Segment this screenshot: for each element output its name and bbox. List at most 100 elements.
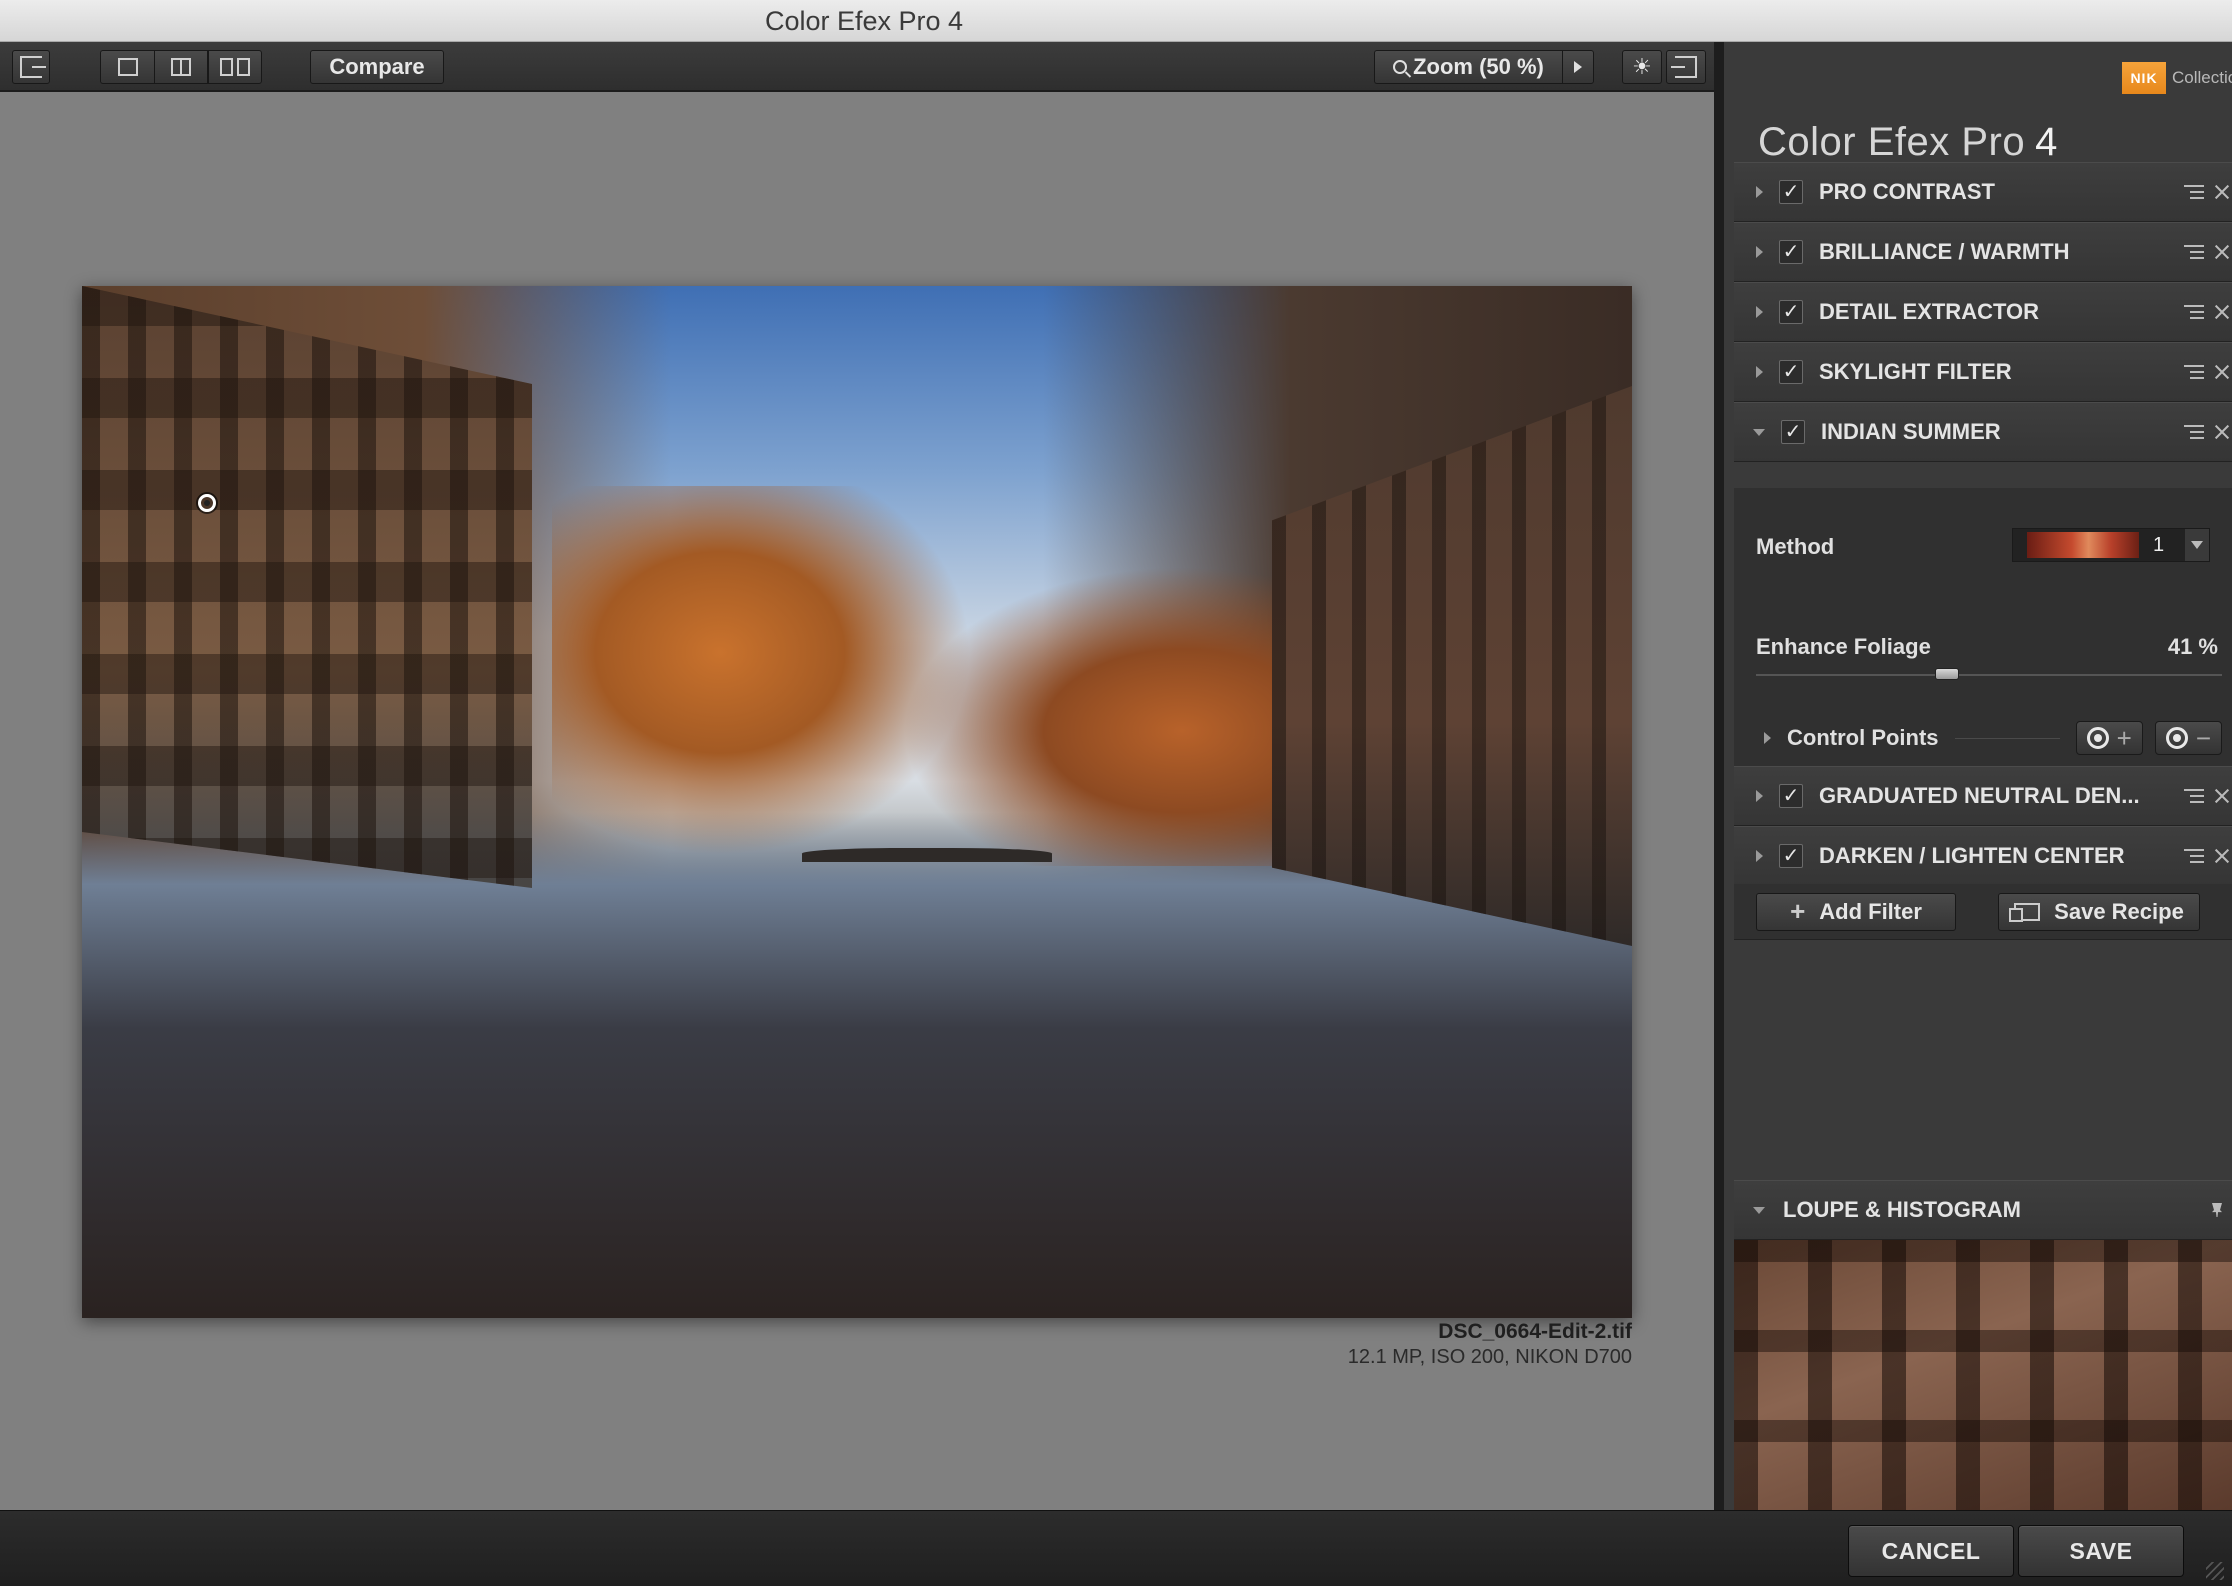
pin-icon[interactable] — [2212, 1203, 2222, 1217]
close-icon[interactable] — [2214, 304, 2230, 320]
zoom-menu-button[interactable] — [1562, 50, 1594, 84]
filter-row-skylight-filter[interactable]: ✓ SKYLIGHT FILTER — [1734, 342, 2232, 402]
filter-menu-icon[interactable] — [2178, 184, 2204, 200]
chevron-right-icon[interactable] — [1756, 246, 1763, 258]
minus-icon: − — [2195, 723, 2211, 753]
filter-panel: NIK Collection Color Efex Pro4 ✓ PRO CON… — [1714, 42, 2232, 1510]
add-filter-label: Add Filter — [1819, 898, 1922, 924]
filter-name: PRO CONTRAST — [1819, 179, 1995, 204]
exit-left-button[interactable] — [12, 50, 50, 84]
recipe-icon — [2009, 902, 2041, 922]
close-icon[interactable] — [2214, 184, 2230, 200]
photo-building-right — [1272, 386, 1632, 946]
filter-row-brilliance-warmth[interactable]: ✓ BRILLIANCE / WARMTH — [1734, 222, 2232, 282]
filter-actions: + Add Filter Save Recipe — [1734, 884, 2232, 940]
side-by-side-view-button[interactable] — [208, 50, 262, 84]
resize-grip[interactable] — [2206, 1562, 2224, 1580]
preview-area: Compare Zoom (50 %) ☀ DSC_0664-Edit-2.ti… — [0, 42, 1714, 1510]
chevron-right-icon[interactable] — [1764, 732, 1771, 744]
add-filter-button[interactable]: + Add Filter — [1756, 892, 1956, 931]
indian-summer-params: Method 1 Enhance Foliage 41 % — [1734, 488, 2232, 710]
photo-building-left — [82, 286, 532, 888]
filter-enable-checkbox[interactable]: ✓ — [1781, 420, 1805, 444]
panel-app-title: Color Efex Pro 4 — [1758, 120, 2058, 165]
play-icon — [1574, 61, 1582, 73]
filter-enable-checkbox[interactable]: ✓ — [1779, 180, 1803, 204]
plus-icon: + — [1790, 896, 1806, 926]
nik-collection-text: Collection — [2172, 68, 2232, 87]
filter-menu-icon[interactable] — [2178, 848, 2204, 864]
side-by-side-icon — [220, 58, 250, 76]
loupe-histogram-header[interactable]: LOUPE & HISTOGRAM — [1734, 1180, 2232, 1240]
filter-name: GRADUATED NEUTRAL DEN... — [1819, 783, 2140, 808]
divider — [1954, 737, 2060, 739]
plus-icon: + — [2116, 723, 2132, 753]
nik-collection-logo: NIK Collection — [2122, 62, 2232, 94]
save-button[interactable]: SAVE — [2018, 1525, 2184, 1577]
filter-enable-checkbox[interactable]: ✓ — [1779, 360, 1803, 384]
close-icon[interactable] — [2214, 364, 2230, 380]
save-recipe-label: Save Recipe — [2054, 898, 2184, 924]
preview-toolbar: Compare Zoom (50 %) ☀ — [0, 42, 1714, 92]
chevron-right-icon[interactable] — [1756, 186, 1763, 198]
control-point-marker[interactable] — [198, 494, 216, 512]
filter-enable-checkbox[interactable]: ✓ — [1779, 240, 1803, 264]
zoom-button[interactable]: Zoom (50 %) — [1374, 50, 1562, 84]
close-icon[interactable] — [2214, 788, 2230, 804]
filter-menu-icon[interactable] — [2178, 788, 2204, 804]
image-preview[interactable] — [82, 286, 1632, 1318]
close-icon[interactable] — [2214, 244, 2230, 260]
compare-button[interactable]: Compare — [310, 50, 444, 84]
file-meta: 12.1 MP, ISO 200, NIKON D700 — [1347, 1346, 1632, 1368]
control-point-icon — [2165, 727, 2188, 749]
background-brightness-button[interactable]: ☀ — [1622, 50, 1662, 84]
bulb-icon: ☀ — [1632, 54, 1652, 79]
chevron-right-icon[interactable] — [1756, 850, 1763, 862]
chevron-right-icon[interactable] — [1756, 366, 1763, 378]
single-view-icon — [117, 58, 138, 76]
filter-row-indian-summer[interactable]: ✓ INDIAN SUMMER — [1734, 402, 2232, 462]
method-label: Method — [1756, 534, 1835, 559]
chevron-down-icon[interactable] — [1753, 1206, 1765, 1214]
filter-row-detail-extractor[interactable]: ✓ DETAIL EXTRACTOR — [1734, 282, 2232, 342]
filter-name: DARKEN / LIGHTEN CENTER — [1819, 843, 2125, 868]
single-view-button[interactable] — [100, 50, 154, 84]
filter-menu-icon[interactable] — [2178, 244, 2204, 260]
split-view-icon — [171, 58, 191, 76]
photo-bridge — [802, 848, 1052, 862]
filter-menu-icon[interactable] — [2178, 304, 2204, 320]
filter-enable-checkbox[interactable]: ✓ — [1779, 844, 1803, 868]
chevron-down-icon[interactable] — [1753, 428, 1765, 436]
filter-menu-icon[interactable] — [2178, 424, 2204, 440]
exit-right-button[interactable] — [1666, 50, 1706, 84]
remove-control-point-button[interactable]: − — [2154, 721, 2222, 755]
close-icon[interactable] — [2214, 848, 2230, 864]
enhance-foliage-label: Enhance Foliage — [1756, 634, 1931, 659]
method-select[interactable]: 1 — [2012, 528, 2210, 562]
split-view-button[interactable] — [154, 50, 208, 84]
file-name: DSC_0664-Edit-2.tif — [1438, 1320, 1632, 1343]
add-control-point-button[interactable]: + — [2075, 721, 2143, 755]
window-titlebar: Color Efex Pro 4 — [0, 0, 2232, 42]
save-recipe-button[interactable]: Save Recipe — [1998, 892, 2200, 931]
cancel-button[interactable]: CANCEL — [1848, 1525, 2014, 1577]
enhance-foliage-slider[interactable] — [1756, 668, 2222, 680]
filter-row-graduated-neutral-density[interactable]: ✓ GRADUATED NEUTRAL DEN... — [1734, 766, 2232, 826]
filter-row-pro-contrast[interactable]: ✓ PRO CONTRAST — [1734, 162, 2232, 222]
loupe-histogram-label: LOUPE & HISTOGRAM — [1783, 1197, 2021, 1222]
slider-thumb[interactable] — [1935, 668, 1960, 680]
chevron-down-icon[interactable] — [2185, 529, 2209, 561]
control-point-icon — [2086, 727, 2109, 749]
nik-badge: NIK — [2122, 62, 2166, 94]
chevron-right-icon[interactable] — [1756, 306, 1763, 318]
filter-row-darken-lighten-center[interactable]: ✓ DARKEN / LIGHTEN CENTER — [1734, 826, 2232, 886]
close-icon[interactable] — [2214, 424, 2230, 440]
filter-menu-icon[interactable] — [2178, 364, 2204, 380]
footer-bar: CANCEL SAVE — [0, 1510, 2232, 1586]
chevron-right-icon[interactable] — [1756, 790, 1763, 802]
control-points-row[interactable]: Control Points + − — [1734, 710, 2232, 766]
filter-enable-checkbox[interactable]: ✓ — [1779, 784, 1803, 808]
method-value: 1 — [2153, 533, 2165, 556]
filter-name: INDIAN SUMMER — [1821, 419, 2001, 444]
filter-enable-checkbox[interactable]: ✓ — [1779, 300, 1803, 324]
